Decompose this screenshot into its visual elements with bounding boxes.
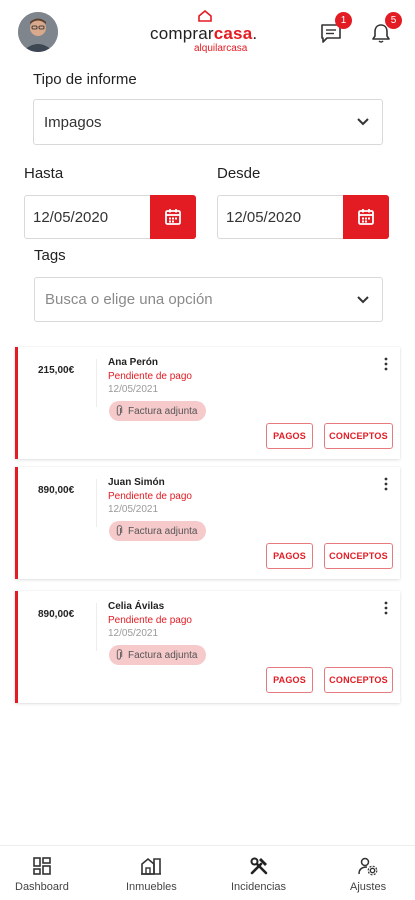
card-status: Pendiente de pago	[108, 615, 192, 626]
logo-brand: comprarcasa.	[150, 24, 258, 43]
report-type-select[interactable]: Impagos	[33, 99, 383, 145]
chip-label: Factura adjunta	[128, 649, 198, 661]
more-vertical-icon[interactable]	[384, 357, 388, 371]
to-date-input[interactable]: 12/05/2020	[24, 195, 196, 239]
to-date-calendar-button[interactable]	[150, 195, 196, 239]
to-date-value: 12/05/2020	[33, 208, 109, 226]
nav-label-ajustes: Ajustes	[350, 881, 387, 893]
notifications-button[interactable]: 5	[370, 12, 402, 44]
paperclip-icon	[116, 525, 123, 536]
notifications-badge: 5	[385, 12, 402, 29]
nav-label-inmuebles: Inmuebles	[126, 881, 177, 893]
logo-sub: alquilarcasa	[194, 43, 248, 54]
messages-badge: 1	[335, 12, 352, 29]
pagos-button[interactable]: PAGOS	[266, 543, 313, 569]
conceptos-button[interactable]: CONCEPTOS	[324, 423, 393, 449]
conceptos-button[interactable]: CONCEPTOS	[324, 667, 393, 693]
house-icon	[198, 10, 212, 22]
card-date: 12/05/2021	[108, 504, 159, 515]
nav-item-dashboard[interactable]: Dashboard	[15, 856, 69, 893]
card-amount: 890,00€	[38, 609, 75, 620]
tags-placeholder: Busca o elige una opción	[45, 291, 213, 308]
invoice-card[interactable]: 215,00€ Ana Perón Pendiente de pago 12/0…	[15, 347, 400, 459]
chevron-down-icon	[357, 118, 369, 126]
nav-label-incidencias: Incidencias	[231, 881, 287, 893]
card-divider	[96, 603, 97, 651]
nav-item-inmuebles[interactable]: Inmuebles	[126, 856, 177, 893]
calendar-icon	[358, 209, 374, 225]
card-amount: 215,00€	[38, 365, 75, 376]
nav-item-ajustes[interactable]: Ajustes	[350, 856, 386, 893]
settings-user-icon	[358, 857, 378, 876]
avatar[interactable]	[18, 12, 58, 52]
card-divider	[96, 479, 97, 527]
from-date-value: 12/05/2020	[226, 208, 302, 226]
building-icon	[141, 857, 162, 875]
paperclip-icon	[116, 649, 123, 660]
paperclip-icon	[116, 405, 123, 416]
card-date: 12/05/2021	[108, 628, 159, 639]
card-name: Juan Simón	[108, 477, 165, 488]
card-date: 12/05/2021	[108, 384, 159, 395]
calendar-icon	[165, 209, 181, 225]
card-amount: 890,00€	[38, 485, 75, 496]
tags-label: Tags	[34, 247, 66, 264]
messages-button[interactable]: 1	[320, 12, 352, 44]
from-date-calendar-button[interactable]	[343, 195, 389, 239]
pagos-button[interactable]: PAGOS	[266, 423, 313, 449]
dashboard-icon	[33, 857, 51, 875]
pagos-button[interactable]: PAGOS	[266, 667, 313, 693]
brand-logo: comprarcasa. alquilarcasa	[150, 10, 265, 54]
report-type-label: Tipo de informe	[33, 71, 137, 88]
card-name: Celia Ávilas	[108, 601, 165, 612]
attachment-chip[interactable]: Factura adjunta	[109, 645, 206, 665]
to-date-label: Hasta	[24, 165, 64, 182]
chip-label: Factura adjunta	[128, 525, 198, 537]
app-header: comprarcasa. alquilarcasa 1 5	[0, 0, 415, 64]
more-vertical-icon[interactable]	[384, 477, 388, 491]
card-name: Ana Perón	[108, 357, 159, 368]
card-status: Pendiente de pago	[108, 491, 192, 502]
card-divider	[96, 359, 97, 407]
invoice-card[interactable]: 890,00€ Juan Simón Pendiente de pago 12/…	[15, 467, 400, 579]
chevron-down-icon	[357, 295, 369, 303]
from-date-label: Desde	[217, 165, 261, 182]
invoice-card[interactable]: 890,00€ Celia Ávilas Pendiente de pago 1…	[15, 591, 400, 703]
attachment-chip[interactable]: Factura adjunta	[109, 521, 206, 541]
nav-item-incidencias[interactable]: Incidencias	[231, 856, 286, 893]
attachment-chip[interactable]: Factura adjunta	[109, 401, 206, 421]
tools-icon	[250, 857, 267, 875]
bottom-nav: Dashboard Inmuebles Incidencias Ajustes	[0, 845, 415, 900]
card-status: Pendiente de pago	[108, 371, 192, 382]
chip-label: Factura adjunta	[128, 405, 198, 417]
conceptos-button[interactable]: CONCEPTOS	[324, 543, 393, 569]
nav-label-dashboard: Dashboard	[15, 881, 69, 893]
more-vertical-icon[interactable]	[384, 601, 388, 615]
from-date-input[interactable]: 12/05/2020	[217, 195, 389, 239]
report-type-value: Impagos	[44, 113, 102, 131]
tags-select[interactable]: Busca o elige una opción	[34, 277, 383, 322]
